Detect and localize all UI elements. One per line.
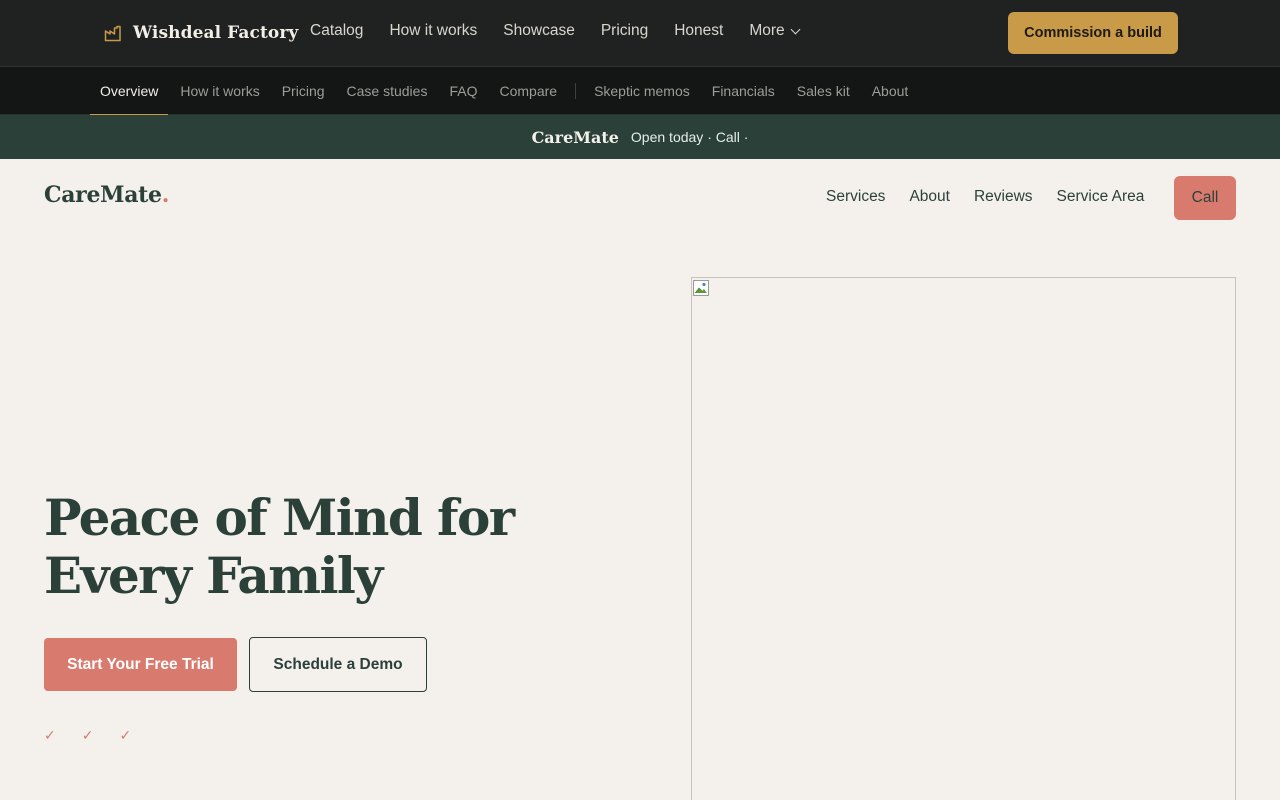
site-nav-about[interactable]: About <box>909 188 950 206</box>
tab-financials[interactable]: Financials <box>702 67 785 115</box>
tab-compare[interactable]: Compare <box>489 67 567 115</box>
logo-dot: . <box>161 182 170 208</box>
tab-about[interactable]: About <box>862 67 919 115</box>
tab-skeptic-memos[interactable]: Skeptic memos <box>584 67 700 115</box>
top-bar: Wishdeal Factory Catalog How it works Sh… <box>0 0 1280 67</box>
nav-showcase[interactable]: Showcase <box>503 22 575 40</box>
site-logo-text: CareMate <box>44 182 162 208</box>
sub-nav: Overview How it works Pricing Case studi… <box>0 67 1280 116</box>
feature-checks: ✓ ✓ ✓ <box>44 727 131 744</box>
nav-catalog[interactable]: Catalog <box>310 22 363 40</box>
nav-more[interactable]: More <box>749 22 801 40</box>
top-nav: Catalog How it works Showcase Pricing Ho… <box>310 22 801 40</box>
tab-case-studies[interactable]: Case studies <box>337 67 438 115</box>
site-nav-reviews[interactable]: Reviews <box>974 188 1033 206</box>
check-icon: ✓ <box>119 727 132 743</box>
hero-title: Peace of Mind for Every Family <box>44 488 515 605</box>
call-button[interactable]: Call <box>1174 176 1236 220</box>
tab-overview[interactable]: Overview <box>90 67 169 116</box>
brand[interactable]: Wishdeal Factory <box>104 20 298 46</box>
tab-pricing[interactable]: Pricing <box>272 67 335 115</box>
nav-more-label: More <box>749 22 785 39</box>
nav-honest[interactable]: Honest <box>674 22 723 40</box>
brand-name: Wishdeal Factory <box>133 23 299 43</box>
tab-how-it-works[interactable]: How it works <box>170 67 269 115</box>
commission-build-button[interactable]: Commission a build <box>1008 12 1178 54</box>
broken-image-icon <box>693 280 709 296</box>
tab-faq[interactable]: FAQ <box>439 67 487 115</box>
check-icon: ✓ <box>44 727 56 743</box>
chevron-down-icon <box>790 24 801 34</box>
announcement-text: Open today · Call · <box>630 129 749 145</box>
nav-how-it-works[interactable]: How it works <box>389 22 477 40</box>
check-icon: ✓ <box>81 727 94 743</box>
tab-sales-kit[interactable]: Sales kit <box>787 67 860 115</box>
divider <box>575 83 577 99</box>
site-nav-service-area[interactable]: Service Area <box>1057 188 1145 206</box>
hero-image <box>691 277 1236 800</box>
nav-pricing[interactable]: Pricing <box>601 22 648 40</box>
site-nav-services[interactable]: Services <box>826 188 885 206</box>
site-logo[interactable]: CareMate. <box>44 182 169 208</box>
announcement-bar: CareMate Open today · Call · <box>0 115 1280 159</box>
start-free-trial-button[interactable]: Start Your Free Trial <box>44 638 237 691</box>
schedule-demo-button[interactable]: Schedule a Demo <box>249 637 427 692</box>
factory-icon <box>104 25 121 41</box>
site-nav: Services About Reviews Service Area <box>826 188 1144 206</box>
announcement-brand: CareMate <box>531 127 619 147</box>
